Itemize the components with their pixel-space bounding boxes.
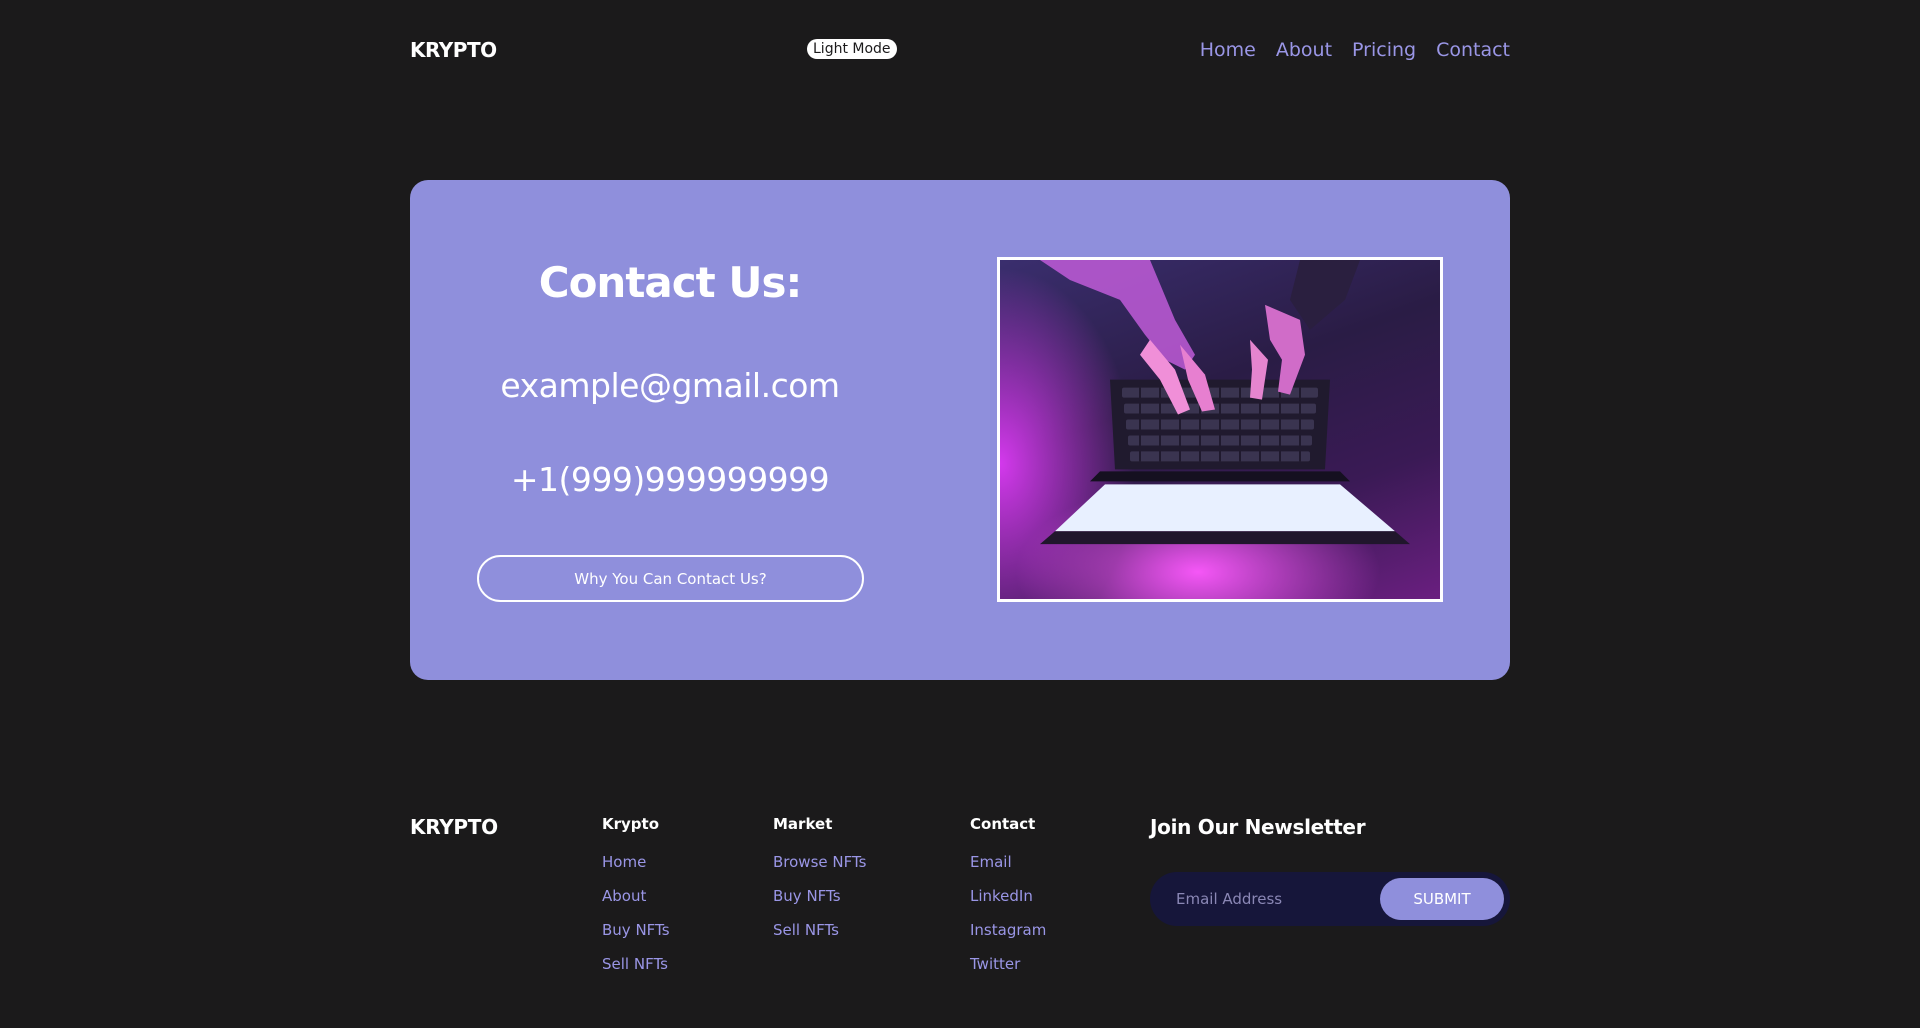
footer-column-contact: Contact Email LinkedIn Instagram Twitter	[970, 815, 1046, 989]
nav-link-about[interactable]: About	[1276, 36, 1332, 64]
site-footer: KRYPTO Krypto Home About Buy NFTs Sell N…	[410, 815, 1510, 995]
footer-heading-contact: Contact	[970, 815, 1036, 833]
contact-email: example@gmail.com	[500, 366, 840, 405]
footer-link-market-sell-nfts[interactable]: Sell NFTs	[773, 921, 866, 939]
contact-phone: +1(999)999999999	[510, 460, 830, 499]
contact-card: Contact Us: example@gmail.com +1(999)999…	[410, 180, 1510, 680]
laptop-typing-illustration	[1040, 260, 1410, 545]
footer-link-home[interactable]: Home	[602, 853, 670, 871]
footer-link-market-buy-nfts[interactable]: Buy NFTs	[773, 887, 866, 905]
contact-image	[997, 257, 1443, 602]
footer-heading-market: Market	[773, 815, 833, 833]
footer-logo[interactable]: KRYPTO	[410, 815, 498, 839]
light-mode-toggle[interactable]: Light Mode	[807, 39, 897, 59]
nav-link-contact[interactable]: Contact	[1436, 36, 1510, 64]
nav-link-pricing[interactable]: Pricing	[1352, 36, 1416, 64]
site-logo[interactable]: KRYPTO	[410, 38, 497, 62]
page: KRYPTO Light Mode Home About Pricing Con…	[0, 0, 1920, 1030]
footer-link-linkedin[interactable]: LinkedIn	[970, 887, 1046, 905]
newsletter-submit-button[interactable]: SUBMIT	[1380, 878, 1504, 920]
footer-link-about[interactable]: About	[602, 887, 670, 905]
footer-column-krypto: Krypto Home About Buy NFTs Sell NFTs	[602, 815, 670, 989]
newsletter: Join Our Newsletter SUBMIT	[1150, 815, 1510, 926]
footer-link-sell-nfts[interactable]: Sell NFTs	[602, 955, 670, 973]
newsletter-email-input[interactable]	[1166, 881, 1366, 917]
why-contact-button[interactable]: Why You Can Contact Us?	[477, 555, 864, 602]
contact-info: Contact Us: example@gmail.com +1(999)999…	[410, 180, 930, 680]
main-nav: Home About Pricing Contact	[1200, 36, 1510, 64]
nav-link-home[interactable]: Home	[1200, 36, 1256, 64]
contact-title: Contact Us:	[538, 258, 803, 307]
footer-link-twitter[interactable]: Twitter	[970, 955, 1046, 973]
footer-link-browse-nfts[interactable]: Browse NFTs	[773, 853, 866, 871]
footer-link-instagram[interactable]: Instagram	[970, 921, 1046, 939]
site-header: KRYPTO Light Mode Home About Pricing Con…	[410, 36, 1510, 64]
newsletter-form: SUBMIT	[1150, 872, 1510, 926]
footer-link-email[interactable]: Email	[970, 853, 1046, 871]
newsletter-title: Join Our Newsletter	[1150, 815, 1366, 839]
footer-column-market: Market Browse NFTs Buy NFTs Sell NFTs	[773, 815, 866, 955]
footer-heading-krypto: Krypto	[602, 815, 660, 833]
footer-link-buy-nfts[interactable]: Buy NFTs	[602, 921, 670, 939]
